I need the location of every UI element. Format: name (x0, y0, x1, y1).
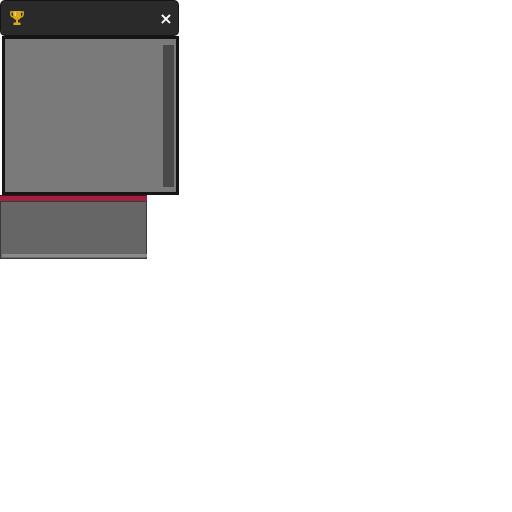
achievements-window: × (0, 0, 182, 196)
window-content (2, 36, 179, 195)
content-pane (5, 39, 176, 192)
window-titlebar: × (0, 0, 179, 36)
vertical-scrollbar[interactable] (163, 45, 174, 187)
footer-panel (0, 195, 147, 259)
close-icon: × (159, 9, 173, 28)
trophy-icon (10, 11, 24, 25)
close-button[interactable]: × (158, 10, 174, 28)
footer-body (0, 201, 147, 259)
footer-bottom-edge (2, 254, 147, 257)
